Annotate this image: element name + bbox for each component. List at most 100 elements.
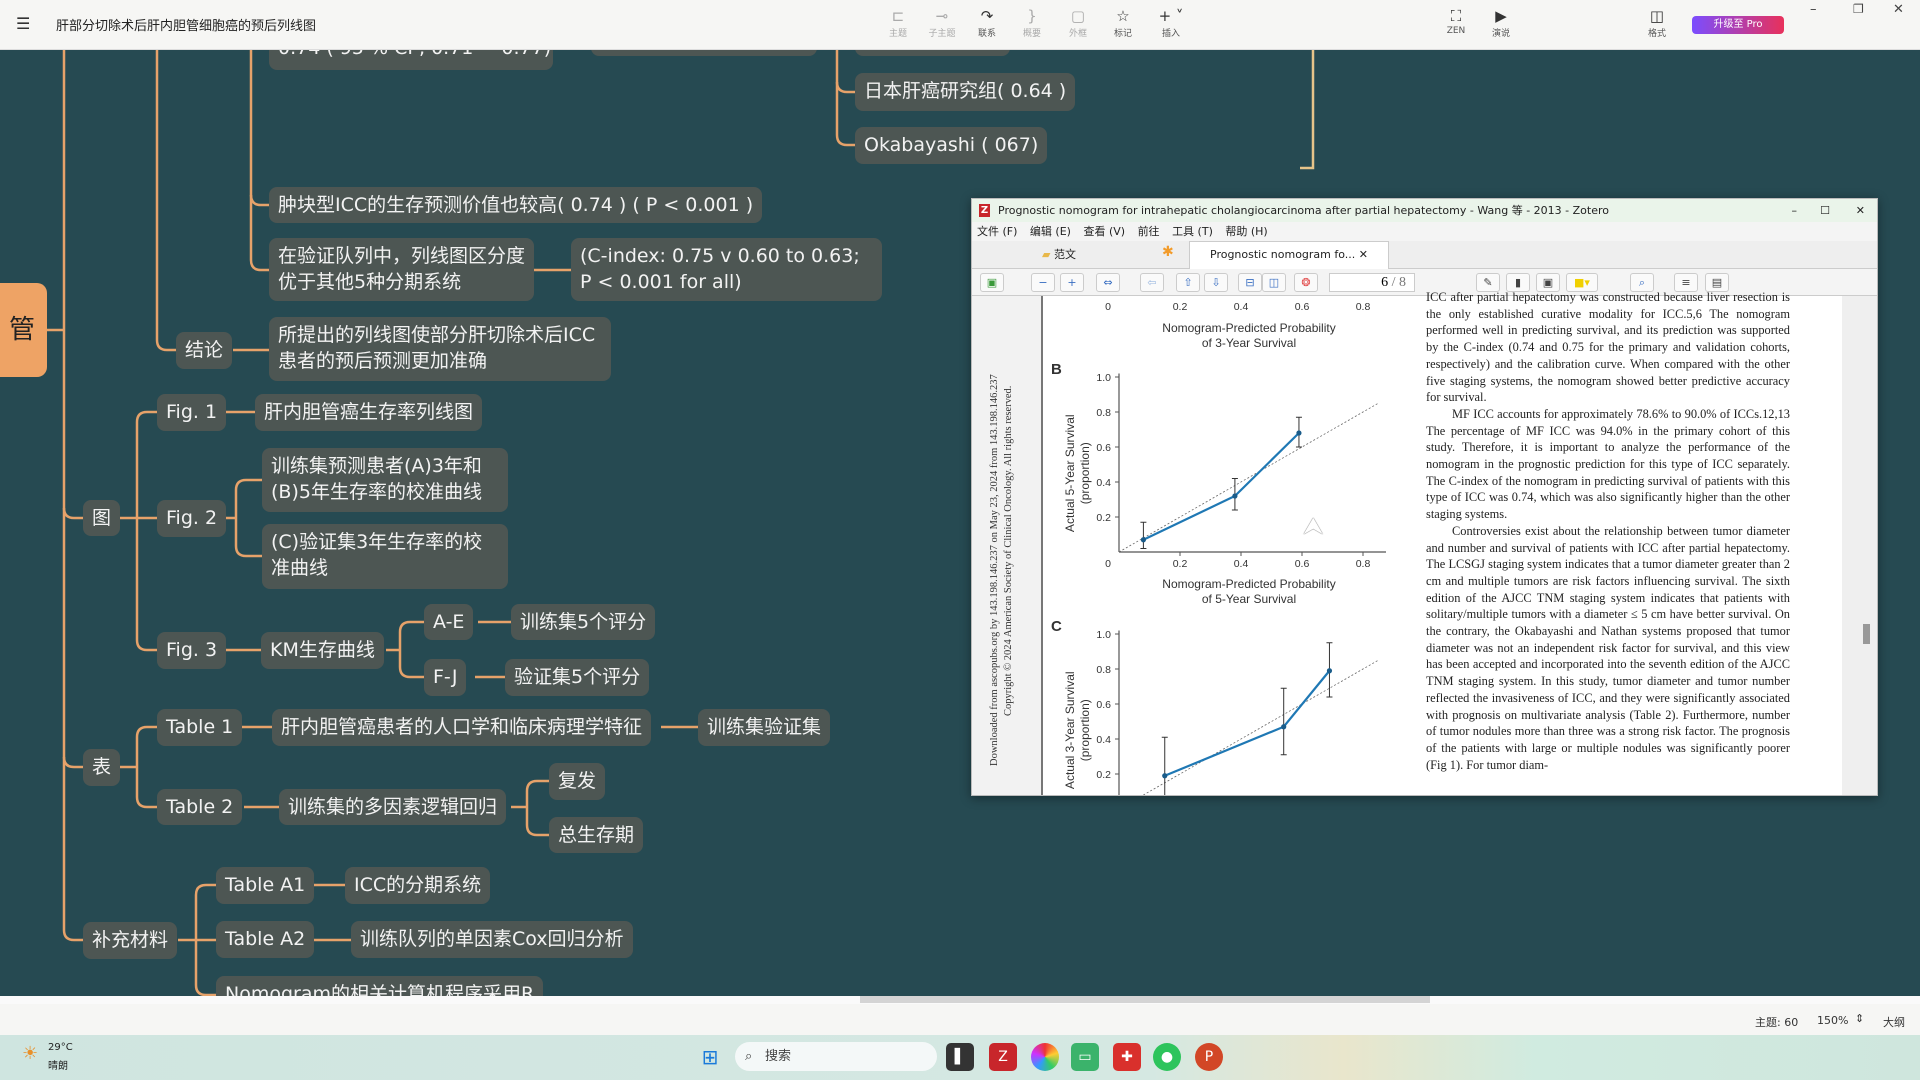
- wechat-icon[interactable]: ●: [1153, 1043, 1181, 1071]
- app-toolbar: ☰ 肝部分切除术后肝内胆管细胞癌的预后列线图 ⊏ 主题 ⊸ 子主题 ↷ 联系 } 概要 …: [0, 0, 1920, 50]
- minimize-button[interactable]: –: [1810, 2, 1817, 17]
- paragraph: Controversies exist about the relationsh…: [1426, 523, 1790, 772]
- node-ae-text[interactable]: 训练集5个评分: [511, 604, 656, 640]
- node-fig1[interactable]: Fig. 1: [157, 394, 227, 431]
- node-overall-survival[interactable]: 总生存期: [549, 817, 644, 853]
- document-title: 肝部分切除术后肝内胆管细胞癌的预后列线图: [56, 19, 317, 34]
- node-okabayashi[interactable]: Okabayashi ( 067): [855, 127, 1048, 164]
- x-axis-title: of 3-Year Survival: [1202, 336, 1296, 350]
- x-tick-label: 0.2: [1173, 558, 1188, 570]
- node-fj[interactable]: F-J: [424, 659, 467, 696]
- pdf-scrollbar-thumb[interactable]: [1863, 624, 1870, 644]
- fullscreen-icon: ⛶: [1450, 7, 1462, 25]
- node-tableA1-text[interactable]: ICC的分期系统: [345, 867, 491, 904]
- y-axis-title: (proportion): [1078, 699, 1092, 761]
- pdf-viewer[interactable]: Downloaded from ascopubs.org by 143.198.…: [972, 290, 1877, 795]
- node-table2-text[interactable]: 训练集的多因素逻辑回归: [279, 789, 507, 825]
- node-fig[interactable]: 图: [83, 500, 121, 536]
- topic-button[interactable]: ⊏ 主题: [878, 6, 918, 39]
- subtopic-button[interactable]: ⊸ 子主题: [922, 6, 962, 39]
- node-fig2[interactable]: Fig. 2: [157, 500, 227, 537]
- node-recurrence[interactable]: 复发: [549, 763, 606, 800]
- x-tick-label: 0.8: [1356, 558, 1371, 570]
- data-point: [1281, 724, 1287, 730]
- relationship-button[interactable]: ↷ 联系: [967, 6, 1007, 39]
- y-tick-label: 0.2: [1096, 769, 1111, 781]
- node-conclusion[interactable]: 结论: [176, 332, 233, 369]
- node-tableA2-text[interactable]: 训练队列的单因素Cox回归分析: [351, 921, 633, 958]
- browser-icon[interactable]: [1031, 1043, 1059, 1071]
- hamburger-icon[interactable]: ☰: [16, 14, 30, 33]
- marker-button[interactable]: ☆ 标记: [1103, 6, 1143, 39]
- node-supplement[interactable]: 补充材料: [83, 922, 178, 959]
- zen-button[interactable]: ⛶ ZEN: [1436, 6, 1476, 36]
- node-table2[interactable]: Table 2: [157, 789, 243, 825]
- y-tick-label: 0.8: [1096, 664, 1111, 676]
- node-fig2-c[interactable]: (C)验证集3年生存率的校准曲线: [262, 524, 508, 589]
- horizontal-scrollbar[interactable]: [0, 996, 1920, 1004]
- topic-count: 主题: 60: [1755, 1016, 1799, 1029]
- node-nomogram-r[interactable]: Nomogram的相关计算机程序采用R: [216, 976, 544, 996]
- y-axis-title: Actual 3-Year Survival: [1063, 671, 1077, 789]
- y-tick-label: 0.4: [1096, 734, 1111, 746]
- node-fj-text[interactable]: 验证集5个评分: [505, 659, 650, 696]
- scrollbar-thumb[interactable]: [860, 996, 1430, 1003]
- zotero-icon[interactable]: Z: [989, 1043, 1017, 1071]
- weather-icon[interactable]: ☀: [22, 1043, 44, 1067]
- chat-icon[interactable]: ▭: [1071, 1043, 1099, 1071]
- powerpoint-icon[interactable]: P: [1195, 1043, 1223, 1071]
- pdf-page: Downloaded from ascopubs.org by 143.198.…: [972, 290, 1842, 795]
- node-table1-text[interactable]: 肝内胆管癌患者的人口学和临床病理学特征: [272, 709, 652, 746]
- wps-icon[interactable]: ✚: [1113, 1043, 1141, 1071]
- y-tick-label: 0.8: [1096, 407, 1111, 419]
- outline-toggle[interactable]: 大纲: [1883, 1014, 1905, 1030]
- node-partial[interactable]: [855, 50, 1010, 56]
- node-fig3[interactable]: Fig. 3: [157, 632, 227, 669]
- boundary-button[interactable]: ▢ 外框: [1058, 6, 1098, 39]
- x-tick-label: 0.8: [1356, 301, 1371, 313]
- node-table[interactable]: 表: [83, 749, 121, 786]
- close-button[interactable]: ✕: [1893, 2, 1904, 17]
- zoom-level[interactable]: 150%: [1817, 1014, 1848, 1027]
- node-km[interactable]: KM生存曲线: [261, 632, 384, 669]
- node-tableA1[interactable]: Table A1: [216, 867, 315, 904]
- node-top-ci[interactable]: 0.74 ( 95 % CI , 0.71 ~ 0.77): [269, 50, 553, 70]
- summary-icon: }: [1027, 7, 1037, 25]
- node-cindex[interactable]: (C-index: 0.75 v 0.60 to 0.63; P < 0.001…: [571, 238, 882, 301]
- node-conclusion-text[interactable]: 所提出的列线图使部分肝切除术后ICC患者的预后预测更加准确: [269, 317, 611, 381]
- node-table1[interactable]: Table 1: [157, 709, 243, 746]
- upgrade-pro-button[interactable]: 升级至 Pro: [1692, 16, 1784, 34]
- node-table1-sub[interactable]: 训练集验证集: [698, 709, 831, 746]
- zoom-stepper-icon[interactable]: ⇕: [1855, 1012, 1864, 1025]
- node-fig2-ab[interactable]: 训练集预测患者(A)3年和(B)5年生存率的校准曲线: [262, 448, 508, 512]
- node-tableA2[interactable]: Table A2: [216, 921, 315, 958]
- y-tick-label: 1.0: [1096, 372, 1111, 384]
- reference-line: [1118, 402, 1379, 553]
- boundary-icon: ▢: [1070, 7, 1086, 25]
- node-ae[interactable]: A-E: [424, 604, 474, 640]
- node-partial[interactable]: [591, 50, 817, 56]
- node-japan[interactable]: 日本肝癌研究组( 0.64 ): [855, 73, 1076, 111]
- reference-line: [1142, 659, 1379, 795]
- paragraph: MF ICC accounts for approximately 78.6% …: [1426, 406, 1790, 522]
- y-tick-label: 0.4: [1096, 477, 1111, 489]
- insert-button[interactable]: + ˅ 插入: [1151, 6, 1191, 39]
- restore-button[interactable]: ❐: [1853, 2, 1864, 16]
- data-point: [1326, 668, 1333, 674]
- summary-button[interactable]: } 概要: [1012, 6, 1052, 39]
- file-explorer-icon[interactable]: ▌: [946, 1043, 974, 1071]
- x-axis-title: of 5-Year Survival: [1202, 592, 1296, 606]
- node-fig1-text[interactable]: 肝内胆管癌生存率列线图: [255, 394, 483, 431]
- start-windows-icon[interactable]: ⊞: [696, 1043, 724, 1071]
- style-button[interactable]: ◫ 格式: [1637, 6, 1677, 39]
- panel-label: B: [1051, 361, 1062, 378]
- taskbar-search[interactable]: ⌕ 搜索: [735, 1042, 937, 1071]
- weather-text: 晴朗: [48, 1061, 68, 1072]
- node-validation[interactable]: 在验证队列中，列线图区分度优于其他5种分期系统: [269, 238, 534, 301]
- node-mass-icc[interactable]: 肿块型ICC的生存预测价值也较高( 0.74 ) ( P < 0.001 ): [269, 187, 763, 223]
- series-line: [1164, 670, 1331, 777]
- mouse-cursor-icon: ⮝: [1303, 512, 1324, 540]
- x-tick-label: 0.2: [1173, 301, 1188, 313]
- present-button[interactable]: ▶ 演说: [1481, 6, 1521, 39]
- central-topic[interactable]: 管: [0, 283, 47, 377]
